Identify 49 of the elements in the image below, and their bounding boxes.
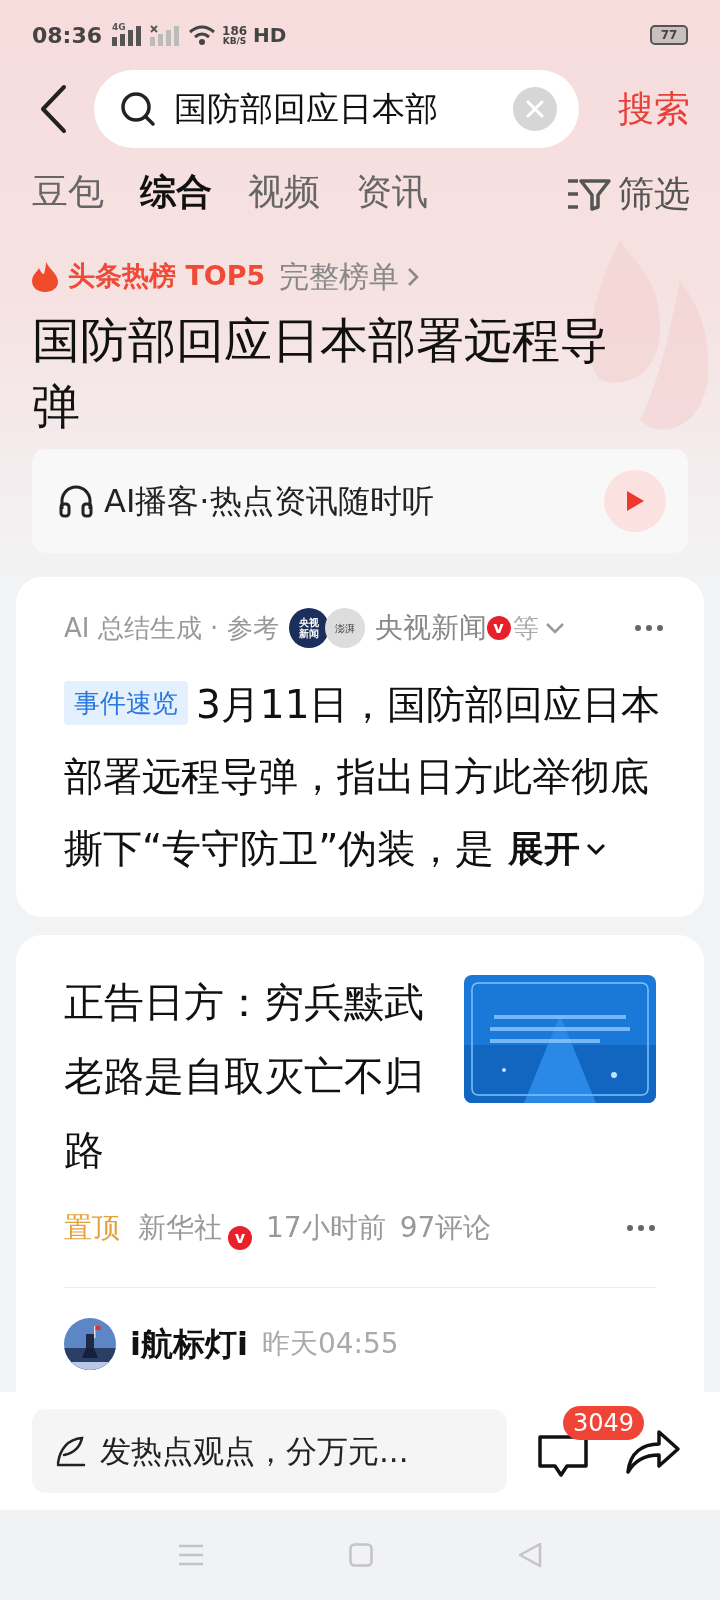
comment-badge: 3049 — [563, 1406, 645, 1440]
post-time: 昨天04:55 — [261, 1326, 399, 1362]
verified-badge: v — [228, 1226, 252, 1250]
source-name: 央视新闻 — [374, 610, 487, 646]
play-icon — [625, 490, 645, 512]
summary-source-label: AI 总结生成 · 参考 — [64, 611, 279, 645]
wifi-icon — [188, 24, 217, 46]
podcast-card[interactable]: AI播客·热点资讯随时听 — [32, 449, 688, 553]
summary-paragraph: 事件速览 3月11日，国防部回应日本部署远程导弹，指出日方此举彻底撕下“专守防卫”伪装，是 展开 — [64, 669, 664, 885]
tab[interactable]: 豆包 — [32, 165, 104, 223]
more-icon[interactable] — [626, 1224, 656, 1232]
podcast-label: AI播客·热点资讯随时听 — [104, 481, 435, 522]
article-source: 新华社 — [138, 1210, 222, 1246]
author-name[interactable]: i航标灯i — [130, 1320, 248, 1368]
comment-count: 97评论 — [399, 1210, 492, 1246]
expand-button[interactable]: 展开 — [508, 813, 607, 885]
chevron-down-icon — [586, 842, 607, 856]
hot-list-label: 头条热榜 TOP5 — [68, 259, 266, 294]
verified-badge: v — [486, 616, 511, 640]
network-speed-unit: KB/S — [222, 36, 247, 46]
search-icon — [120, 91, 156, 127]
search-field[interactable]: 国防部回应日本部 — [94, 70, 579, 148]
pinned-label: 置顶 — [64, 1210, 120, 1246]
flame-icon — [32, 261, 58, 292]
tab[interactable]: 综合 — [140, 165, 212, 223]
article-time: 17小时前 — [266, 1210, 386, 1246]
comment-icon[interactable] — [537, 1434, 589, 1478]
feather-icon — [54, 1435, 86, 1467]
chevron-right-icon — [407, 266, 420, 287]
headline: 国防部回应日本部署远程导弹 — [31, 311, 609, 436]
article-title[interactable]: 正告日方：穷兵黩武老路是自取灭亡不归路 — [64, 965, 444, 1187]
network-speed: 186 — [222, 24, 248, 37]
tab[interactable]: 资讯 — [356, 165, 428, 223]
comment-input[interactable]: 发热点观点，分万元... — [32, 1409, 507, 1493]
source-logo: 央视新闻 — [288, 608, 329, 648]
more-sources: 等 — [512, 611, 539, 645]
close-icon — [526, 100, 544, 118]
status-time: 08:36 — [32, 21, 103, 50]
filter-button[interactable]: 筛选 — [566, 167, 690, 221]
hd-label: HD — [253, 22, 287, 49]
source-logo: 澎湃 — [324, 608, 365, 648]
tab[interactable]: 视频 — [248, 165, 320, 223]
search-text: 国防部回应日本部 — [174, 88, 439, 131]
filter-icon — [566, 177, 612, 211]
battery-indicator: 77 — [650, 25, 688, 45]
headphones-icon — [58, 483, 94, 519]
chevron-down-icon[interactable] — [544, 622, 565, 634]
comment-placeholder: 发热点观点，分万元... — [100, 1431, 409, 1471]
more-icon[interactable] — [634, 624, 664, 632]
